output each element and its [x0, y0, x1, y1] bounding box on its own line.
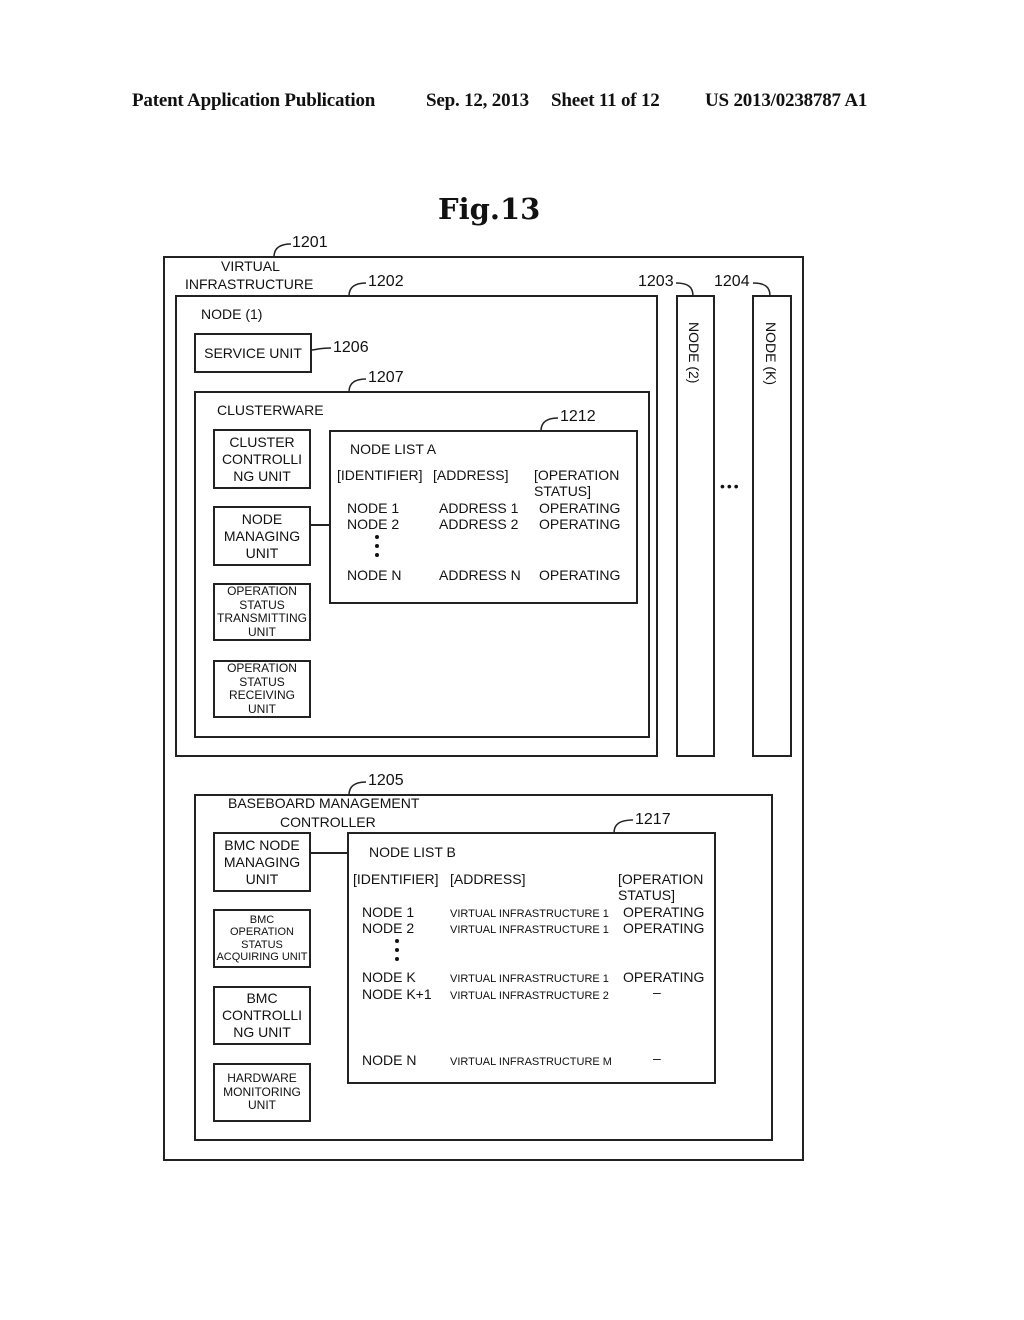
operation-status-receiving-unit-box: OPERATION STATUS RECEIVING UNIT [213, 660, 311, 718]
cluster-controlling-unit-line: NG UNIT [233, 467, 291, 484]
cluster-controlling-unit-box: CLUSTER CONTROLLI NG UNIT [213, 429, 311, 489]
bmc-node-managing-unit-box: BMC NODE MANAGING UNIT [213, 832, 311, 892]
node-managing-unit-line: NODE [241, 510, 283, 527]
node-list-a-row-status: OPERATING [539, 516, 621, 532]
node-list-a-row-address: ADDRESS N [439, 567, 521, 583]
node-list-b-row-status: – [653, 984, 661, 1000]
horizontal-ellipsis-icon: ••• [720, 478, 741, 494]
vertical-ellipsis-icon [394, 939, 400, 966]
node-list-b-row-id: NODE K [362, 969, 416, 985]
node-list-b-row-address: VIRTUAL INFRASTRUCTURE 1 [450, 973, 609, 985]
node-list-a-row-status: OPERATING [539, 500, 621, 516]
node-list-a-title: NODE LIST A [350, 441, 437, 457]
virtual-infrastructure-label-line1: VIRTUAL [221, 258, 280, 274]
hardware-monitoring-line: HARDWARE [227, 1071, 297, 1086]
cluster-controlling-unit-line: CLUSTER [229, 433, 295, 450]
op-status-receiving-line: STATUS [239, 674, 285, 689]
op-status-transmitting-line: TRANSMITTING [217, 611, 307, 625]
node-list-b-box [347, 832, 716, 1084]
bmc-controlling-unit-box: BMC CONTROLLI NG UNIT [213, 986, 311, 1045]
bmc-label-line2: CONTROLLER [280, 814, 376, 830]
node-list-b-row-address: VIRTUAL INFRASTRUCTURE M [450, 1056, 612, 1068]
bmc-node-managing-line: UNIT [245, 870, 279, 887]
hardware-monitoring-unit-box: HARDWARE MONITORING UNIT [213, 1063, 311, 1122]
vertical-ellipsis-icon [374, 535, 380, 562]
node-1-label: NODE (1) [201, 306, 263, 322]
node-list-b-header-address: [ADDRESS] [450, 871, 526, 887]
node-list-a-row-id: NODE 1 [347, 500, 400, 516]
node-managing-unit-line: UNIT [245, 544, 279, 561]
node-list-b-row-status: OPERATING [623, 904, 705, 920]
hardware-monitoring-line: MONITORING [223, 1084, 301, 1099]
bmc-operation-status-acquiring-unit-box: BMC OPERATION STATUS ACQUIRING UNIT [213, 909, 311, 968]
node-list-a-row-status: OPERATING [539, 567, 621, 583]
bmc-controlling-line: BMC [246, 990, 278, 1006]
node-list-b-row-status: OPERATING [623, 969, 705, 985]
node-list-b-row-address: VIRTUAL INFRASTRUCTURE 1 [450, 908, 609, 920]
bmc-acquiring-line: STATUS [241, 938, 283, 951]
node-list-a-row-id: NODE N [347, 567, 402, 583]
node-list-b-row-id: NODE 2 [362, 920, 415, 936]
bmc-label-line1: BASEBOARD MANAGEMENT [228, 795, 420, 811]
node-managing-unit-box: NODE MANAGING UNIT [213, 506, 311, 566]
connector-bmc-node-managing-to-list-b [311, 852, 349, 854]
node-list-b-row-id: NODE 1 [362, 904, 415, 920]
bmc-acquiring-line: BMC [249, 913, 275, 926]
node-list-b-header-status-1: [OPERATION [618, 871, 704, 887]
service-unit-box: SERVICE UNIT [194, 333, 312, 373]
node-list-a-row-address: ADDRESS 2 [439, 516, 519, 532]
node-list-b-row-address: VIRTUAL INFRASTRUCTURE 1 [450, 924, 609, 936]
cluster-controlling-unit-line: CONTROLLI [221, 450, 303, 467]
node-list-a-row-id: NODE 2 [347, 516, 400, 532]
node-list-b-title: NODE LIST B [369, 844, 456, 860]
op-status-transmitting-line: STATUS [239, 597, 285, 612]
bmc-controlling-line: NG UNIT [233, 1024, 291, 1040]
node-list-a-header-address: [ADDRESS] [433, 467, 509, 483]
bmc-node-managing-line: BMC NODE [224, 836, 300, 853]
ref-1201: 1201 [292, 234, 328, 251]
bmc-acquiring-line: OPERATION [230, 926, 294, 938]
node-list-b-row-id: NODE N [362, 1052, 417, 1068]
bmc-acquiring-line: ACQUIRING UNIT [216, 951, 308, 963]
operation-status-transmitting-unit-box: OPERATION STATUS TRANSMITTING UNIT [213, 583, 311, 641]
clusterware-label: CLUSTERWARE [217, 402, 324, 418]
node-list-a-header-status-2: STATUS] [534, 483, 592, 499]
node-list-a-header-identifier: [IDENTIFIER] [337, 467, 423, 483]
hardware-monitoring-line: UNIT [248, 1098, 276, 1113]
connector-node-managing-to-list-a [311, 524, 330, 526]
node-k-label: NODE (K) [763, 322, 779, 385]
node-list-b-header-status-2: STATUS] [618, 887, 676, 903]
op-status-transmitting-line: UNIT [248, 624, 276, 639]
op-status-receiving-line: OPERATION [227, 661, 297, 675]
node-list-a-row-address: ADDRESS 1 [439, 500, 519, 516]
node-list-b-header-identifier: [IDENTIFIER] [353, 871, 439, 887]
node-list-b-row-address: VIRTUAL INFRASTRUCTURE 2 [450, 990, 609, 1002]
node-managing-unit-line: MANAGING [223, 527, 301, 544]
bmc-node-managing-line: MANAGING [223, 853, 301, 870]
op-status-transmitting-line: OPERATION [227, 584, 297, 598]
op-status-receiving-line: UNIT [247, 701, 276, 716]
node-list-a-header-status-1: [OPERATION [534, 467, 620, 483]
virtual-infrastructure-label-line2: INFRASTRUCTURE [185, 276, 314, 292]
bmc-controlling-line: CONTROLLI [221, 1007, 303, 1023]
node-list-b-row-status: – [653, 1050, 661, 1066]
node-list-b-row-status: OPERATING [623, 920, 705, 936]
node-list-b-row-id: NODE K+1 [362, 986, 432, 1002]
node-2-label: NODE (2) [686, 322, 702, 384]
service-unit-label: SERVICE UNIT [204, 344, 302, 361]
op-status-receiving-line: RECEIVING [228, 688, 295, 702]
